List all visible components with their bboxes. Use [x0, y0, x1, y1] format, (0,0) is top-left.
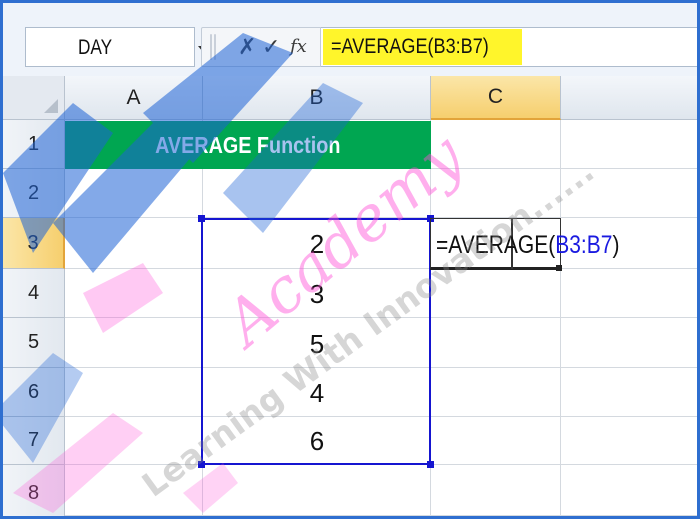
- row-header-7[interactable]: 7: [3, 417, 65, 465]
- name-box-value: DAY: [78, 36, 113, 59]
- watermark-logo-shape: [183, 463, 238, 513]
- formula-input[interactable]: =AVERAGE(B3:B7): [321, 27, 697, 67]
- formula-function: =AVERAGE(: [436, 231, 556, 259]
- column-header-a[interactable]: A: [65, 76, 203, 120]
- watermark-logo-shape: [83, 263, 163, 333]
- formula-bar: DAY ✗ ✓ fx =AVERAGE(B3:B7): [3, 3, 697, 77]
- row-header-2[interactable]: 2: [3, 169, 65, 218]
- cancel-icon[interactable]: ✗: [238, 34, 256, 60]
- formula-close: ): [612, 231, 620, 259]
- row-header-4[interactable]: 4: [3, 269, 65, 318]
- row-header-6[interactable]: 6: [3, 368, 65, 417]
- divider: [214, 34, 216, 60]
- select-all-icon: [44, 99, 58, 113]
- column-header-b[interactable]: B: [203, 76, 431, 120]
- name-box[interactable]: DAY: [25, 27, 208, 67]
- fill-handle[interactable]: [556, 265, 562, 271]
- cell-a1-b1-merged[interactable]: AVERAGE Function: [65, 121, 431, 169]
- spreadsheet-window: DAY ✗ ✓ fx =AVERAGE(B3:B7) A B C 1 2 3 4…: [0, 0, 700, 519]
- row-header-8[interactable]: 8: [3, 465, 65, 516]
- column-header-c[interactable]: C: [431, 76, 561, 120]
- gridline: [560, 120, 561, 516]
- selection-handle[interactable]: [198, 461, 205, 468]
- selection-handle[interactable]: [198, 215, 205, 222]
- row-header-3[interactable]: 3: [3, 218, 65, 269]
- row-header-1[interactable]: 1: [3, 120, 65, 169]
- formula-buttons: ✗ ✓ fx: [201, 27, 321, 67]
- row-header-5[interactable]: 5: [3, 318, 65, 368]
- column-header-d[interactable]: [561, 76, 697, 120]
- range-selection[interactable]: [201, 218, 431, 465]
- insert-function-icon[interactable]: fx: [290, 36, 307, 57]
- select-all-button[interactable]: [3, 76, 65, 120]
- cell-c3-formula: =AVERAGE(B3:B7): [436, 231, 619, 260]
- selection-handle[interactable]: [427, 461, 434, 468]
- enter-icon[interactable]: ✓: [262, 34, 280, 60]
- title-text: AVERAGE Function: [155, 131, 341, 158]
- gridline: [65, 515, 697, 516]
- formula-range-ref: B3:B7: [555, 231, 613, 259]
- formula-highlight: =AVERAGE(B3:B7): [323, 29, 523, 65]
- formula-text: =AVERAGE(B3:B7): [331, 35, 489, 58]
- divider: [210, 34, 212, 60]
